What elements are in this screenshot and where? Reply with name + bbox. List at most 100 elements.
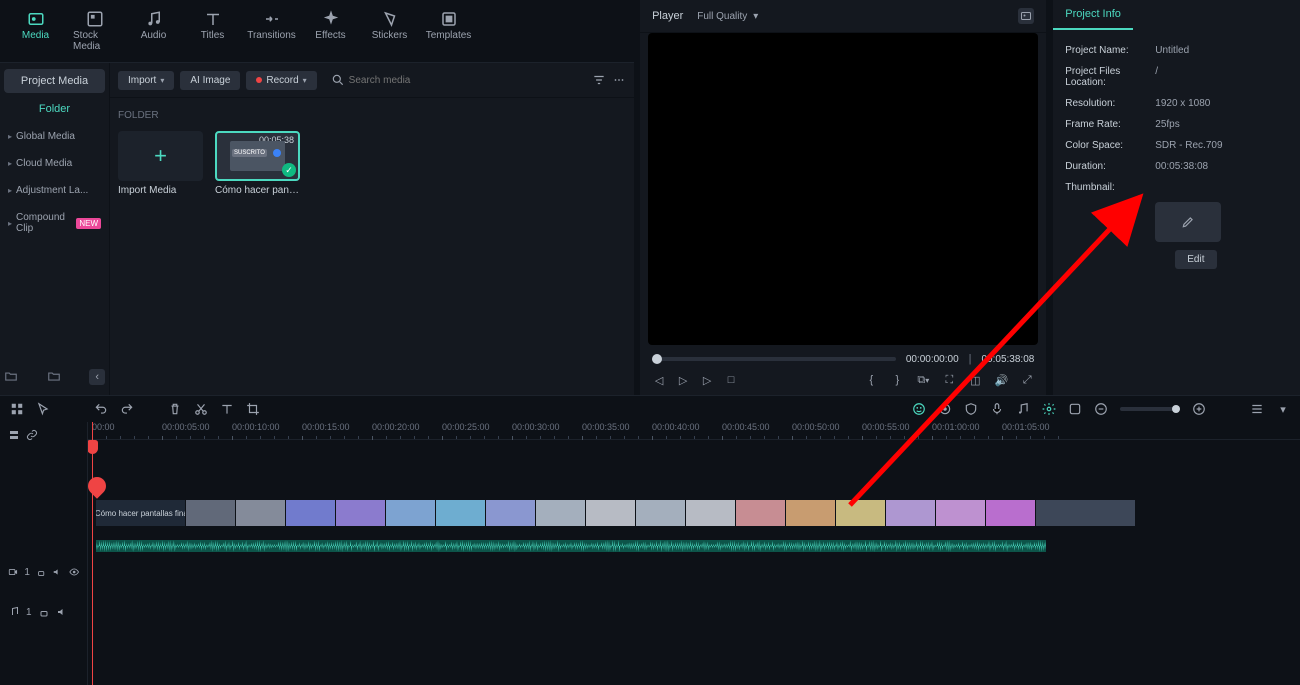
ruler-tick: 00:00:35:00 bbox=[582, 422, 630, 432]
ai-icon[interactable] bbox=[912, 402, 926, 416]
target-icon[interactable] bbox=[938, 402, 952, 416]
eye-icon[interactable] bbox=[69, 566, 79, 578]
ruler[interactable]: 00:0000:00:05:0000:00:10:0000:00:15:0000… bbox=[88, 422, 1300, 440]
tab-media[interactable]: Media bbox=[8, 6, 63, 56]
lock2-icon[interactable] bbox=[38, 606, 50, 618]
clip-segment[interactable] bbox=[586, 500, 636, 526]
sidebar-item-adjustment[interactable]: ▸Adjustment La... bbox=[4, 179, 105, 202]
tab-titles[interactable]: Titles bbox=[185, 6, 240, 56]
project-media-button[interactable]: Project Media bbox=[4, 69, 105, 93]
clip-segment[interactable] bbox=[386, 500, 436, 526]
mute2-icon[interactable] bbox=[56, 606, 68, 618]
playhead[interactable] bbox=[92, 422, 93, 685]
scrub-handle[interactable] bbox=[652, 354, 662, 364]
tab-audio[interactable]: Audio bbox=[126, 6, 181, 56]
clip-segment[interactable] bbox=[636, 500, 686, 526]
media-clip-item[interactable]: 00:05:38 SUSCRITO ✓ Cómo hacer pantallas… bbox=[215, 131, 300, 196]
player-viewport[interactable] bbox=[648, 33, 1038, 345]
clip-segment[interactable] bbox=[936, 500, 986, 526]
play-button[interactable]: ▷ bbox=[700, 373, 714, 387]
delete-icon[interactable] bbox=[168, 402, 182, 416]
video-track-row[interactable]: ▶ Cómo hacer pantallas fina... bbox=[88, 500, 1300, 540]
text-icon[interactable] bbox=[220, 402, 234, 416]
marker-icon[interactable] bbox=[1068, 402, 1082, 416]
tab-effects[interactable]: Effects bbox=[303, 6, 358, 56]
snapshot-button[interactable] bbox=[1018, 8, 1034, 24]
clip-segment[interactable] bbox=[336, 500, 386, 526]
record-button[interactable]: Record▾ bbox=[246, 71, 316, 90]
effects-icon bbox=[322, 10, 340, 28]
grid-icon[interactable] bbox=[10, 402, 24, 416]
mark-out-button[interactable]: } bbox=[890, 373, 904, 387]
clip-title[interactable]: ▶ Cómo hacer pantallas fina... bbox=[96, 500, 186, 526]
folder-button[interactable]: Folder bbox=[4, 97, 105, 121]
import-button[interactable]: Import▾ bbox=[118, 71, 174, 90]
zoom-in-icon[interactable] bbox=[1192, 402, 1206, 416]
sidebar-item-global-media[interactable]: ▸Global Media bbox=[4, 125, 105, 148]
clip-segment[interactable] bbox=[1036, 500, 1136, 526]
collapse-button[interactable]: ‹ bbox=[89, 369, 105, 385]
stop-button[interactable]: □ bbox=[724, 373, 738, 387]
clip-segment[interactable] bbox=[836, 500, 886, 526]
tab-transitions[interactable]: Transitions bbox=[244, 6, 299, 56]
clip-segment[interactable] bbox=[986, 500, 1036, 526]
crop-icon[interactable] bbox=[246, 402, 260, 416]
compare-button[interactable]: ⧉▾ bbox=[916, 373, 930, 387]
clip-segment[interactable] bbox=[436, 500, 486, 526]
mute-icon[interactable] bbox=[52, 566, 62, 578]
mark-in-button[interactable]: { bbox=[864, 373, 878, 387]
import-media-item[interactable]: + Import Media bbox=[118, 131, 203, 196]
ai-image-button[interactable]: AI Image bbox=[180, 71, 240, 90]
edit-button[interactable]: Edit bbox=[1175, 250, 1216, 269]
fullscreen-button[interactable]: ⛶ bbox=[942, 373, 956, 387]
clip-segment[interactable] bbox=[286, 500, 336, 526]
link-icon[interactable] bbox=[26, 429, 38, 441]
redo-icon[interactable] bbox=[120, 402, 134, 416]
quality-select[interactable]: Full Quality▾ bbox=[697, 11, 758, 22]
list-icon[interactable] bbox=[1250, 402, 1264, 416]
audio-waveform-row[interactable] bbox=[88, 540, 1300, 552]
clip-segment[interactable] bbox=[886, 500, 936, 526]
cursor-icon[interactable] bbox=[36, 402, 50, 416]
clip-segment[interactable] bbox=[686, 500, 736, 526]
volume-button[interactable]: 🔊 bbox=[994, 373, 1008, 387]
filter-icon[interactable] bbox=[592, 73, 606, 87]
search-input[interactable] bbox=[349, 75, 578, 86]
clip-segment[interactable] bbox=[236, 500, 286, 526]
sidebar-item-compound-clip[interactable]: ▸Compound ClipNEW bbox=[4, 206, 105, 240]
video-icon bbox=[8, 566, 18, 578]
settings-icon[interactable] bbox=[1042, 402, 1056, 416]
undo-icon[interactable] bbox=[94, 402, 108, 416]
clip-segment[interactable] bbox=[536, 500, 586, 526]
sidebar-item-cloud-media[interactable]: ▸Cloud Media bbox=[4, 152, 105, 175]
prev-frame-button[interactable]: ◁ bbox=[652, 373, 666, 387]
snapshot2-button[interactable]: ◫ bbox=[968, 373, 982, 387]
clip-segment[interactable] bbox=[736, 500, 786, 526]
music-icon[interactable] bbox=[1016, 402, 1030, 416]
expand-button[interactable]: ⤢ bbox=[1020, 373, 1034, 387]
chevron-down-icon[interactable]: ▾ bbox=[1276, 402, 1290, 416]
tab-templates[interactable]: Templates bbox=[421, 6, 476, 56]
cut-icon[interactable] bbox=[194, 402, 208, 416]
stack-icon[interactable] bbox=[8, 429, 20, 441]
clip-segment[interactable] bbox=[486, 500, 536, 526]
tab-stickers[interactable]: Stickers bbox=[362, 6, 417, 56]
clip-segment[interactable] bbox=[186, 500, 236, 526]
mic-icon[interactable] bbox=[990, 402, 1004, 416]
zoom-slider[interactable] bbox=[1120, 407, 1180, 411]
folder-in-icon[interactable] bbox=[47, 369, 61, 383]
music2-icon bbox=[8, 606, 20, 618]
ruler-tick: 00:00:45:00 bbox=[722, 422, 770, 432]
shield-icon[interactable] bbox=[964, 402, 978, 416]
play-pause-button[interactable]: ▷ bbox=[676, 373, 690, 387]
more-icon[interactable] bbox=[612, 73, 626, 87]
clip-segment[interactable] bbox=[786, 500, 836, 526]
tab-stock-media[interactable]: Stock Media bbox=[67, 6, 122, 56]
thumbnail-edit-box[interactable] bbox=[1155, 202, 1221, 242]
folder-out-icon[interactable] bbox=[4, 369, 18, 383]
zoom-out-icon[interactable] bbox=[1094, 402, 1108, 416]
lock-icon[interactable] bbox=[36, 566, 46, 578]
tracks-area[interactable]: 00:0000:00:05:0000:00:10:0000:00:15:0000… bbox=[88, 422, 1300, 685]
zoom-handle[interactable] bbox=[1172, 405, 1180, 413]
scrub-bar[interactable] bbox=[652, 357, 896, 361]
